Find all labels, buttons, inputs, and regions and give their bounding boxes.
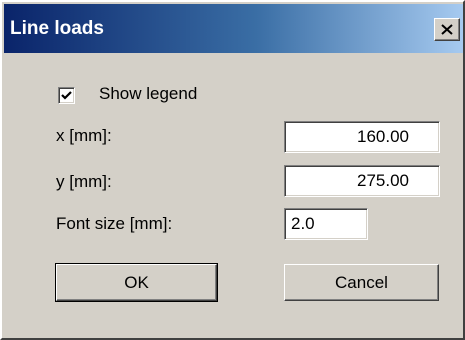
- cancel-button[interactable]: Cancel: [284, 264, 439, 301]
- ok-button[interactable]: OK: [55, 263, 218, 302]
- checkmark-icon: [61, 91, 72, 100]
- line-loads-dialog: Line loads Show legend x [mm]: y [mm]: F…: [0, 0, 465, 340]
- x-label: x [mm]:: [56, 126, 112, 145]
- show-legend-checkbox[interactable]: [58, 87, 75, 104]
- font-size-label: Font size [mm]:: [56, 214, 173, 233]
- x-input[interactable]: [284, 121, 440, 153]
- y-input[interactable]: [284, 165, 440, 197]
- close-icon: [441, 24, 453, 35]
- close-button[interactable]: [434, 18, 460, 41]
- show-legend-label[interactable]: Show legend: [99, 84, 197, 104]
- font-size-input[interactable]: [284, 208, 368, 240]
- dialog-title: Line loads: [10, 18, 104, 39]
- title-bar[interactable]: Line loads: [4, 4, 463, 53]
- y-label: y [mm]:: [56, 172, 112, 191]
